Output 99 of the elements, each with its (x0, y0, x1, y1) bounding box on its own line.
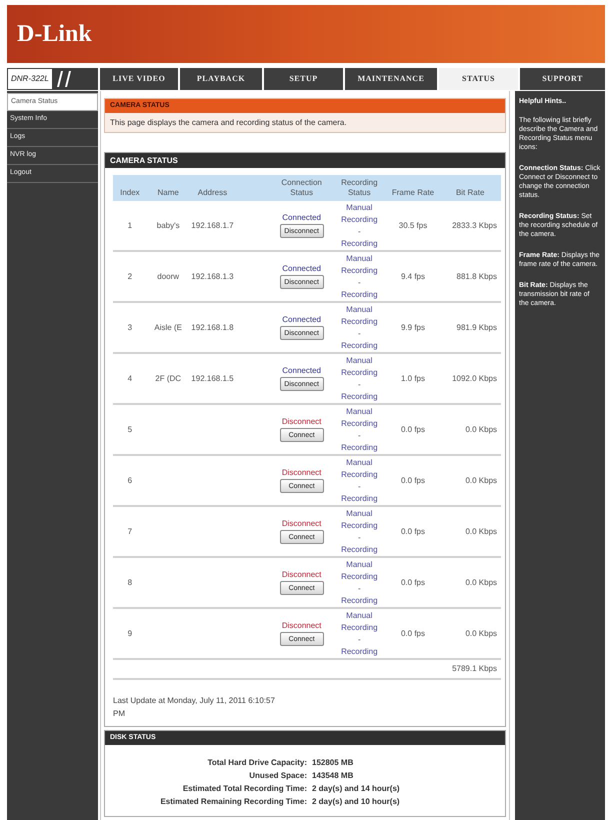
connection-status-text: Connected (282, 213, 321, 223)
column-header: Index (120, 188, 140, 198)
recording-status-text: - (358, 378, 361, 390)
table-cell: 981.9 Kbps (456, 322, 498, 334)
disk-stat-value: 152805 MB (312, 756, 354, 768)
table-cell: 2833.3 Kbps (452, 220, 498, 232)
table-cell: 1 (128, 220, 132, 232)
column-header: Name (158, 188, 179, 198)
connection-status-text: Disconnect (282, 417, 322, 427)
connection-status-text: Disconnect (282, 468, 322, 478)
table-cell: 8 (128, 576, 132, 588)
table-cell: 881.8 Kbps (456, 270, 498, 282)
table-cell: 3 (128, 322, 132, 334)
table-cell: 1092.0 Kbps (452, 372, 498, 384)
connection-status-text: Disconnect (282, 621, 322, 631)
connection-status-text: Disconnect (282, 570, 322, 580)
nav-tab[interactable]: MAINTENANCE (345, 68, 437, 90)
table-cell: 4 (128, 372, 132, 384)
table-cell: 192.168.1.5 (191, 372, 234, 384)
connection-status-text: Connected (282, 366, 321, 376)
table-cell: 0.0 Kbps (465, 526, 498, 538)
recording-status-text: - (358, 328, 361, 340)
recording-status-text: - (358, 276, 361, 288)
recording-status-text: Recording (341, 390, 378, 402)
table-cell: 7 (128, 526, 132, 538)
column-header: Recording Status (340, 178, 379, 198)
double-slash-icon (56, 71, 71, 87)
nav-tab[interactable]: STATUS (439, 68, 518, 90)
recording-status-text: Recording (341, 288, 378, 300)
table-cell: 0.0 Kbps (465, 474, 498, 486)
disk-stat-value: 2 day(s) and 14 hour(s) (312, 782, 400, 794)
recording-status-text: - (358, 480, 361, 492)
table-cell: 0.0 Kbps (465, 424, 498, 436)
recording-status-text: Recording (341, 594, 378, 606)
recording-status-text: Manual Recording (340, 558, 379, 582)
table-cell: Aisle (E (154, 322, 182, 334)
table-cell: 2 (128, 270, 132, 282)
table-cell: baby's (156, 220, 180, 232)
column-header: Frame Rate (392, 188, 434, 198)
nav-tab[interactable]: SETUP (264, 68, 343, 90)
table-cell: 192.168.1.7 (191, 220, 234, 232)
disk-stat-value: 2 day(s) and 10 hour(s) (312, 796, 400, 808)
recording-status-text: Manual Recording (340, 508, 379, 532)
column-header: Address (198, 188, 228, 198)
table-cell: 2F (DC (155, 372, 182, 384)
recording-status-text: Recording (341, 238, 378, 250)
table-cell: 192.168.1.8 (191, 322, 234, 334)
disk-stat-label: Total Hard Drive Capacity: (208, 756, 307, 768)
table-cell: 0.0 fps (400, 526, 425, 538)
recording-status-text: Recording (341, 646, 378, 658)
column-header: Connection Status (280, 178, 323, 198)
table-cell: 1.0 fps (400, 372, 425, 384)
recording-status-text: Manual Recording (340, 304, 379, 328)
intro-text: This page displays the camera and recording status of the camera. (110, 116, 347, 128)
recording-status-text: Recording (341, 544, 378, 556)
connection-status-text: Connected (282, 315, 321, 325)
table-cell: 192.168.1.3 (191, 270, 234, 282)
recording-status-text: Recording (341, 492, 378, 504)
recording-status-text: Manual Recording (340, 610, 379, 634)
recording-status-text: Manual Recording (340, 354, 379, 378)
connection-status-text: Disconnect (282, 519, 322, 529)
table-cell: 9.9 fps (400, 322, 425, 334)
table-cell: 5 (128, 424, 132, 436)
disk-stat-value: 143548 MB (312, 770, 354, 782)
table-cell: 9.4 fps (400, 270, 425, 282)
last-update-text: Last Update at Monday, July 11, 2011 6:10:57 PM (113, 695, 276, 720)
recording-status-text: Manual Recording (340, 406, 379, 430)
recording-status-text: Manual Recording (340, 202, 379, 226)
table-cell: 0.0 fps (400, 474, 425, 486)
section-header: CAMERA STATUS (105, 153, 505, 168)
disk-stat-label: Estimated Total Recording Time: (182, 782, 307, 794)
recording-status-text: - (358, 582, 361, 594)
nav-tab[interactable]: LIVE VIDEO (100, 68, 178, 90)
recording-status-text: - (358, 634, 361, 646)
table-cell: 6 (128, 474, 132, 486)
recording-status-text: Recording (341, 442, 378, 454)
recording-status-text: Recording (341, 340, 378, 352)
recording-status-text: - (358, 226, 361, 238)
disk-stat-label: Estimated Remaining Recording Time: (160, 796, 307, 808)
table-cell: 0.0 Kbps (465, 576, 498, 588)
nav-tab[interactable]: SUPPORT (520, 68, 605, 90)
recording-status-text: Manual Recording (340, 456, 379, 480)
connection-status-text: Connected (282, 264, 321, 274)
recording-status-text: Manual Recording (340, 252, 379, 276)
table-cell: 0.0 fps (400, 576, 425, 588)
table-cell: 0.0 Kbps (465, 628, 498, 640)
model-label: DNR-322L (7, 68, 53, 90)
nav-tab[interactable]: PLAYBACK (180, 68, 262, 90)
table-cell: doorw (157, 270, 180, 282)
table-cell: 9 (128, 628, 132, 640)
brand-logo: D-Link (17, 22, 92, 46)
disk-stat-label: Unused Space: (249, 770, 307, 782)
recording-status-text: - (358, 532, 361, 544)
table-cell: 0.0 fps (400, 424, 425, 436)
total-bit-rate: 5789.1 Kbps (452, 663, 497, 675)
recording-status-text: - (358, 430, 361, 442)
column-header: Bit Rate (456, 188, 484, 198)
table-cell: 30.5 fps (398, 220, 428, 232)
table-cell: 0.0 fps (400, 628, 425, 640)
